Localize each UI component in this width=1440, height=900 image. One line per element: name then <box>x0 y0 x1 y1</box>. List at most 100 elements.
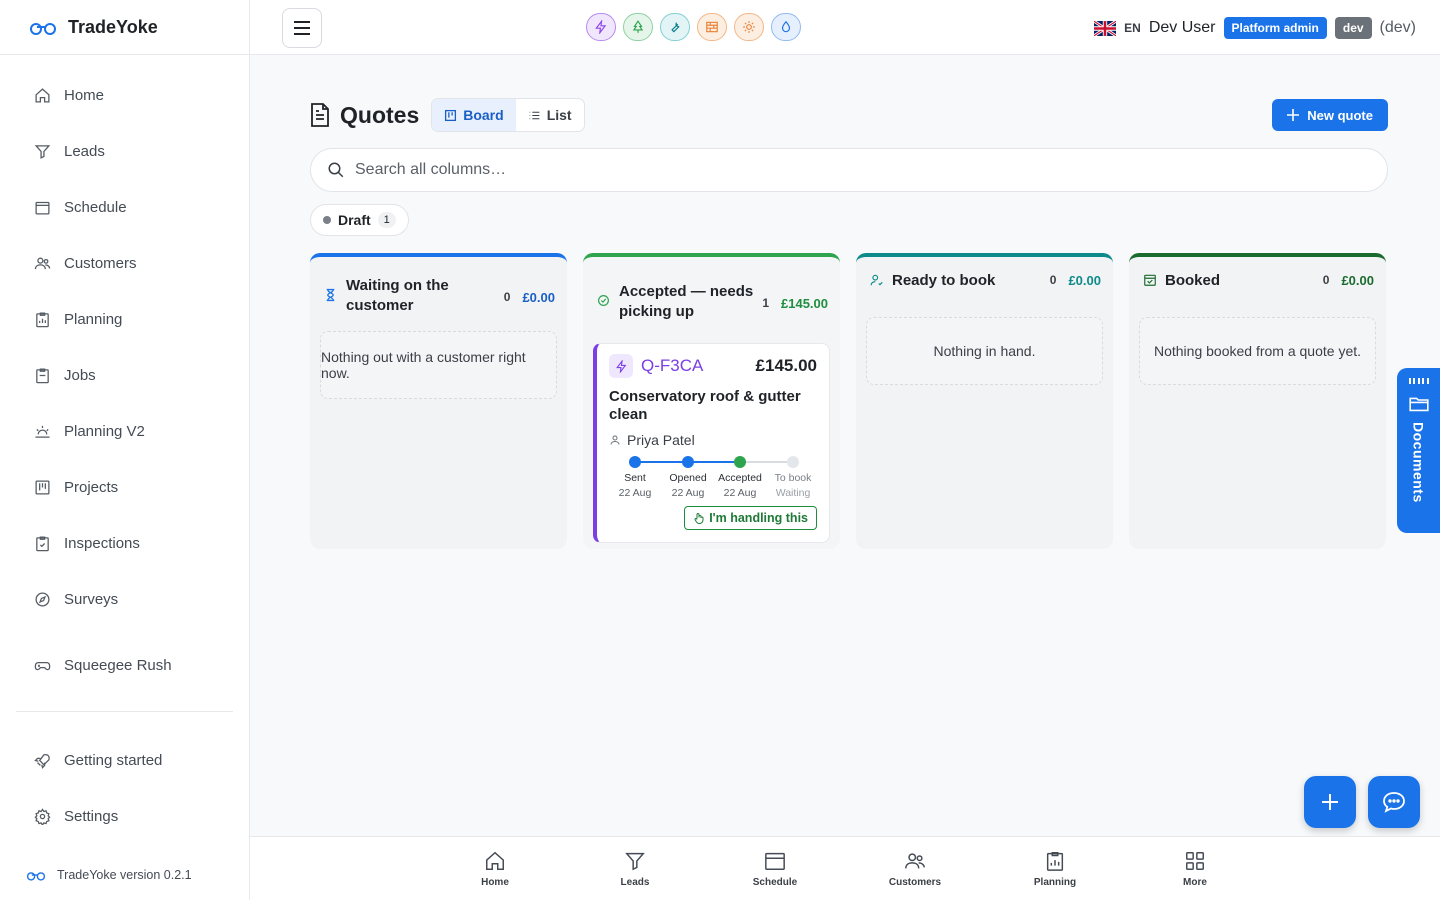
step-dot <box>734 456 746 468</box>
main-content: Quotes Board List New quote Draft 1 W <box>250 56 1440 900</box>
version-text: TradeYoke version 0.2.1 <box>57 868 192 882</box>
sidebar-item-label: Settings <box>64 807 119 825</box>
sidebar-item-getting-started[interactable]: Getting started <box>0 732 249 788</box>
column-empty-state: Nothing out with a customer right now. <box>320 331 557 399</box>
column-sum: £0.00 <box>1341 273 1374 288</box>
sidebar-nav: Home Leads Schedule Customers Planning J… <box>0 55 249 844</box>
theme-tree-button[interactable] <box>623 13 653 41</box>
column-title: Waiting on the customer <box>346 277 449 314</box>
quote-card[interactable]: Q-F3CA £145.00 Conservatory roof & gutte… <box>593 343 830 543</box>
sidebar-item-inspections[interactable]: Inspections <box>0 515 249 571</box>
theme-sun-button[interactable] <box>734 13 764 41</box>
theme-drop-button[interactable] <box>771 13 801 41</box>
bottom-nav-home[interactable]: Home <box>425 837 565 900</box>
handling-button[interactable]: I'm handling this <box>684 506 817 530</box>
search-input[interactable] <box>355 161 955 179</box>
bottom-nav-more[interactable]: More <box>1125 837 1265 900</box>
column-waiting: Waiting on the customer 0 £0.00 Nothing … <box>310 253 567 549</box>
calendar-check-icon <box>1143 273 1159 292</box>
quote-title: Conservatory roof & gutter clean <box>609 388 801 423</box>
bottom-nav-planning[interactable]: Planning <box>985 837 1125 900</box>
documents-tab[interactable]: Documents <box>1397 368 1440 533</box>
app-version: TradeYoke version 0.2.1 <box>26 868 192 882</box>
compass-icon <box>33 590 51 608</box>
list-view-label: List <box>546 107 572 123</box>
theme-wrench-button[interactable] <box>660 13 690 41</box>
sidebar-item-schedule[interactable]: Schedule <box>0 179 249 235</box>
step-name: Opened <box>669 472 707 484</box>
handling-label: I'm handling this <box>709 511 808 525</box>
plus-icon <box>1287 109 1300 121</box>
new-quote-label: New quote <box>1307 107 1373 123</box>
bottom-nav-leads[interactable]: Leads <box>565 837 705 900</box>
sidebar-item-customers[interactable]: Customers <box>0 235 249 291</box>
column-count: 1 <box>762 296 769 310</box>
column-sum: £0.00 <box>1068 273 1101 288</box>
language-code[interactable]: EN <box>1124 21 1141 35</box>
step-name: Accepted <box>718 472 762 484</box>
sidebar-item-label: Planning <box>64 310 123 328</box>
draft-filter-chip[interactable]: Draft 1 <box>310 204 409 236</box>
quote-card-header: Q-F3CA £145.00 <box>609 354 817 378</box>
column-header: Booked 0 £0.00 <box>1129 257 1386 307</box>
step-date: Waiting <box>775 487 811 499</box>
bottom-nav-schedule[interactable]: Schedule <box>705 837 845 900</box>
brand[interactable]: TradeYoke <box>0 0 249 55</box>
bottom-nav-customers[interactable]: Customers <box>845 837 985 900</box>
calendar-icon <box>33 198 51 216</box>
step-name: Sent <box>624 472 646 484</box>
drag-handle[interactable] <box>1408 378 1429 384</box>
uk-flag-icon[interactable] <box>1094 20 1117 36</box>
column-count: 0 <box>1322 273 1330 287</box>
search-bar <box>310 148 1388 192</box>
quote-progress: Sent 22 Aug Opened 22 Aug Accepted 22 Au… <box>609 456 817 500</box>
add-fab-button[interactable] <box>1304 776 1356 828</box>
bottom-nav-label: Home <box>481 876 509 888</box>
theme-brick-button[interactable] <box>697 13 727 41</box>
sidebar-item-squeegee-rush[interactable]: Squeegee Rush <box>0 637 249 693</box>
folder-icon <box>1408 397 1429 412</box>
column-ready-to-book: Ready to book 0 £0.00 Nothing in hand. <box>856 253 1113 549</box>
filter-icon <box>625 852 645 870</box>
gamepad-icon <box>33 656 51 674</box>
chat-fab-button[interactable] <box>1368 776 1420 828</box>
status-dot <box>323 216 331 224</box>
bottom-nav-label: Planning <box>1033 876 1077 888</box>
theme-bolt-button[interactable] <box>586 13 616 41</box>
list-view-button[interactable]: List <box>516 99 584 131</box>
chip-label: Draft <box>338 212 371 228</box>
sunrise-icon <box>33 422 51 440</box>
bottom-nav-label: Leads <box>620 876 650 888</box>
user-name[interactable]: Dev User <box>1149 19 1216 37</box>
column-count: 0 <box>503 290 511 304</box>
sidebar-item-jobs[interactable]: Jobs <box>0 347 249 403</box>
bottom-nav-label: Schedule <box>752 876 798 888</box>
sidebar-item-projects[interactable]: Projects <box>0 459 249 515</box>
step-to-book: To book Waiting <box>763 456 823 499</box>
sidebar-item-home[interactable]: Home <box>0 67 249 123</box>
quote-reference[interactable]: Q-F3CA <box>641 356 756 376</box>
users-icon <box>33 254 51 272</box>
person-icon <box>610 435 620 445</box>
brick-icon <box>706 21 718 33</box>
sidebar-item-label: Schedule <box>64 198 127 216</box>
step-date: 22 Aug <box>618 487 652 499</box>
sidebar-item-planning[interactable]: Planning <box>0 291 249 347</box>
new-quote-button[interactable]: New quote <box>1272 99 1388 131</box>
column-title: Accepted — needs picking up <box>619 283 754 320</box>
sidebar-item-leads[interactable]: Leads <box>0 123 249 179</box>
column-accepted: Accepted — needs picking up 1 £145.00 Q-… <box>583 253 840 549</box>
column-title: Ready to book <box>892 272 996 289</box>
menu-toggle-button[interactable] <box>282 8 322 48</box>
sidebar-item-surveys[interactable]: Surveys <box>0 571 249 627</box>
brand-name: TradeYoke <box>68 16 158 37</box>
sidebar-item-planning-v2[interactable]: Planning V2 <box>0 403 249 459</box>
bottom-nav-label: More <box>1183 876 1207 888</box>
sidebar-item-label: Inspections <box>64 534 140 552</box>
bottom-nav-label: Customers <box>888 876 942 888</box>
document-icon <box>311 103 329 127</box>
clipboard-chart-icon <box>1046 851 1064 871</box>
kanban-icon <box>445 109 457 121</box>
sidebar-item-settings[interactable]: Settings <box>0 788 249 844</box>
board-view-button[interactable]: Board <box>432 99 516 131</box>
